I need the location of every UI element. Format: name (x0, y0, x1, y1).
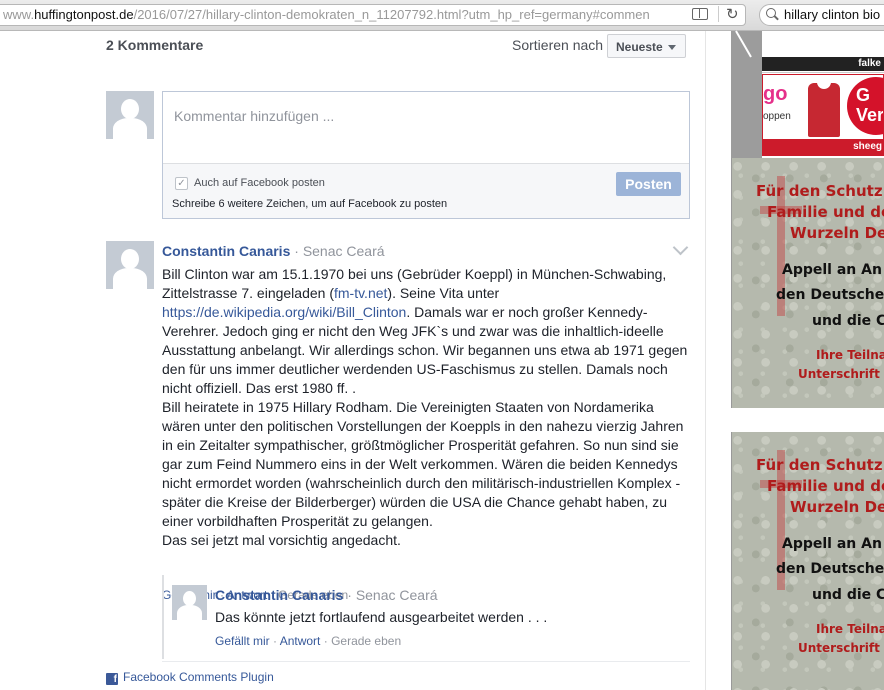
petition-banner[interactable]: Für den Schutz Familie und de Wurzeln De… (731, 432, 884, 690)
banner-text: den Deutsche (776, 287, 884, 303)
banner-text: Für den Schutz (756, 456, 883, 474)
reply-thread-line (162, 575, 164, 659)
comment-time: Gerade eben (331, 634, 402, 648)
comment-text: Das könnte jetzt fortlaufend ausgearbeit… (215, 609, 548, 625)
ad-banner[interactable]: falke (762, 31, 884, 73)
banner-text: Appell an An (782, 262, 882, 278)
post-to-facebook-checkbox[interactable]: ✓ (175, 177, 188, 190)
ad-label: sheeg (763, 139, 883, 155)
comment-composer: Kommentar hinzufügen ... ✓ Auch auf Face… (162, 91, 690, 219)
comment-input[interactable]: Kommentar hinzufügen ... (163, 92, 689, 163)
caret-down-icon (668, 45, 676, 50)
comment-text: Bill heiratete in 1975 Hillary Rodham. D… (162, 399, 684, 529)
banner-text: und die C (812, 587, 884, 603)
banner-text: und die C (812, 313, 884, 329)
sort-dropdown[interactable]: Neueste (607, 34, 686, 58)
ad-badge-text: Ver (856, 105, 884, 125)
comment-text: Das sei jetzt mal vorsichtig angedacht. (162, 532, 401, 548)
page-decoration (731, 31, 762, 158)
composer-footer: ✓ Auch auf Facebook posten Schreibe 6 we… (163, 163, 689, 218)
separator: · (320, 634, 332, 648)
facebook-comments-plugin-link[interactable]: f Facebook Comments Plugin (106, 670, 274, 685)
banner-text: Ihre Teilna (816, 348, 884, 362)
banner-text: Für den Schutz (756, 182, 883, 200)
reply-link[interactable]: Antwort (280, 634, 321, 648)
post-button[interactable]: Posten (616, 172, 681, 196)
ad-banner[interactable]: go oppen G Ver sheeg (762, 74, 884, 156)
comment-text: ). Seine Vita unter (387, 285, 500, 301)
ad-subtext: oppen (763, 111, 791, 122)
like-link[interactable]: Gefällt mir (215, 634, 270, 648)
petition-banner[interactable]: Für den Schutz Familie und de Wurzeln De… (731, 158, 884, 408)
search-query: hillary clinton bio (784, 7, 881, 22)
comment-location: Senac Ceará (302, 243, 385, 259)
ad-label: falke (762, 57, 884, 71)
divider (718, 6, 719, 22)
avatar (106, 91, 154, 139)
comment-link[interactable]: https://de.wikipedia.org/wiki/Bill_Clint… (162, 304, 406, 320)
comment-actions: Gefällt mir · Antwort · Gerade eben (215, 634, 401, 648)
dress-image (808, 79, 840, 137)
url-host: huffingtonpost.de (34, 7, 134, 22)
comment-link[interactable]: fm-tv.net (334, 285, 387, 301)
banner-text: Wurzeln De (790, 498, 884, 516)
banner-text: den Deutsche (776, 561, 884, 577)
avatar (106, 241, 154, 289)
ad-badge: G Ver (847, 77, 884, 135)
separator: · (290, 243, 303, 259)
comments-section: 2 Kommentare Sortieren nach Neueste Komm… (0, 31, 706, 690)
address-bar[interactable]: www.huffingtonpost.de/2016/07/27/hillary… (0, 4, 746, 26)
ad-brand: go (763, 83, 788, 105)
banner-text: Wurzeln De (790, 224, 884, 242)
avatar (172, 585, 207, 620)
comment-body: Bill Clinton war am 15.1.1970 bei uns (G… (162, 265, 692, 550)
comment-author[interactable]: Constantin Canaris (162, 243, 290, 259)
ad-badge-text: G (856, 85, 871, 105)
url-prefix: www. (3, 7, 35, 22)
banner-text: Familie und de (767, 203, 884, 221)
comment-count: 2 Kommentare (106, 37, 204, 53)
banner-text: Appell an An (782, 536, 882, 552)
search-icon (766, 8, 776, 18)
post-to-facebook-label: Auch auf Facebook posten (194, 177, 325, 189)
separator: · (343, 587, 356, 603)
sort-label: Sortieren nach (512, 37, 604, 53)
banner-text: Ihre Teilna (816, 622, 884, 636)
search-input[interactable]: hillary clinton bio (759, 4, 884, 26)
banner-text: Unterschrift (798, 641, 880, 655)
reader-view-icon[interactable] (692, 8, 708, 20)
comment-location: Senac Ceará (355, 587, 438, 603)
browser-toolbar: www.huffingtonpost.de/2016/07/27/hillary… (0, 0, 884, 31)
reload-icon[interactable]: ↻ (726, 5, 739, 23)
sort-value: Neueste (616, 40, 663, 54)
banner-text: Familie und de (767, 477, 884, 495)
comment-author[interactable]: Constantin Canaris (215, 587, 343, 603)
facebook-icon: f (106, 673, 118, 685)
banner-text: Unterschrift (798, 367, 880, 381)
plugin-label: Facebook Comments Plugin (123, 670, 274, 684)
character-note: Schreibe 6 weitere Zeichen, um auf Faceb… (172, 198, 448, 210)
divider (162, 661, 690, 662)
chevron-down-icon[interactable] (672, 241, 688, 257)
url-path: /2016/07/27/hillary-clinton-demokraten_n… (133, 7, 650, 22)
separator: · (269, 634, 280, 648)
